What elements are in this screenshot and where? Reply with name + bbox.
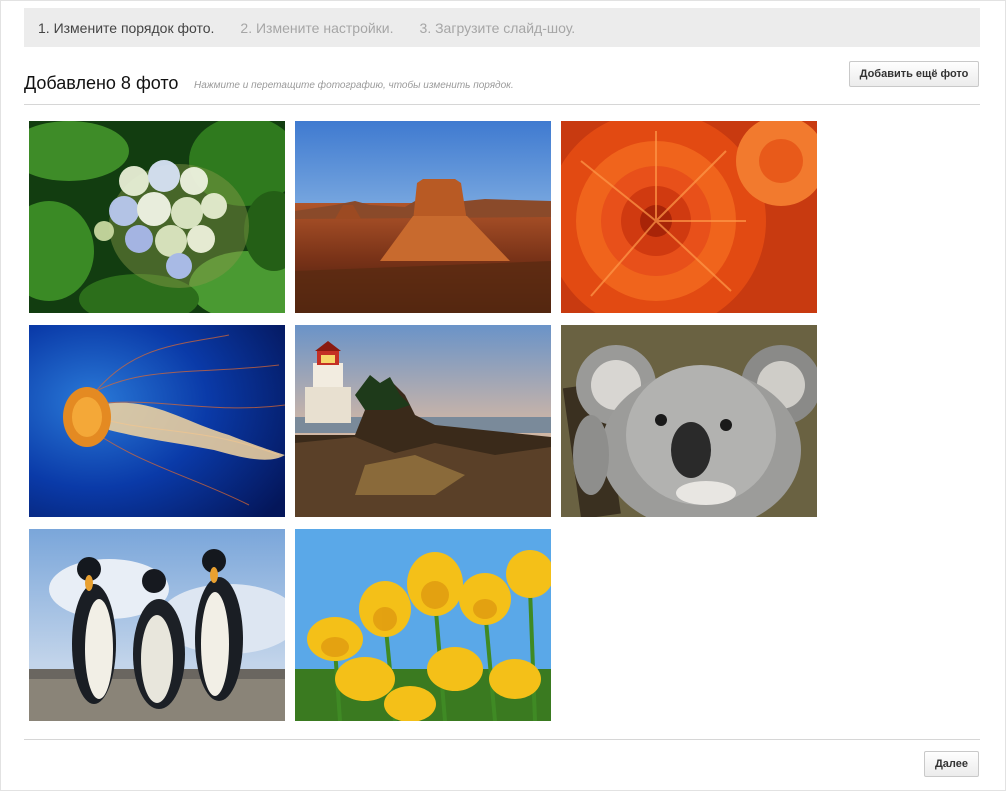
footer-divider bbox=[24, 739, 980, 740]
add-more-photos-button[interactable]: Добавить ещё фото bbox=[849, 61, 979, 87]
drag-hint: Нажмите и перетащите фотографию, чтобы и… bbox=[194, 80, 514, 91]
photo-lighthouse[interactable] bbox=[295, 325, 551, 517]
photos-header: Добавлено 8 фото Нажмите и перетащите фо… bbox=[24, 60, 980, 105]
step-upload: 3. Загрузите слайд-шоу. bbox=[419, 19, 576, 36]
photo-penguins[interactable] bbox=[29, 529, 285, 721]
step-reorder: 1. Измените порядок фото. bbox=[38, 19, 215, 36]
photo-koala[interactable] bbox=[561, 325, 817, 517]
photo-tulips[interactable] bbox=[295, 529, 551, 721]
photo-jellyfish[interactable] bbox=[29, 325, 285, 517]
step-settings: 2. Измените настройки. bbox=[240, 19, 394, 36]
wizard-steps: 1. Измените порядок фото. 2. Измените на… bbox=[24, 8, 980, 47]
next-button[interactable]: Далее bbox=[924, 751, 979, 777]
photo-hydrangea[interactable] bbox=[29, 121, 285, 313]
photo-desert[interactable] bbox=[295, 121, 551, 313]
page-title: Добавлено 8 фото bbox=[24, 73, 179, 93]
photo-chrysanthemum[interactable] bbox=[561, 121, 817, 313]
